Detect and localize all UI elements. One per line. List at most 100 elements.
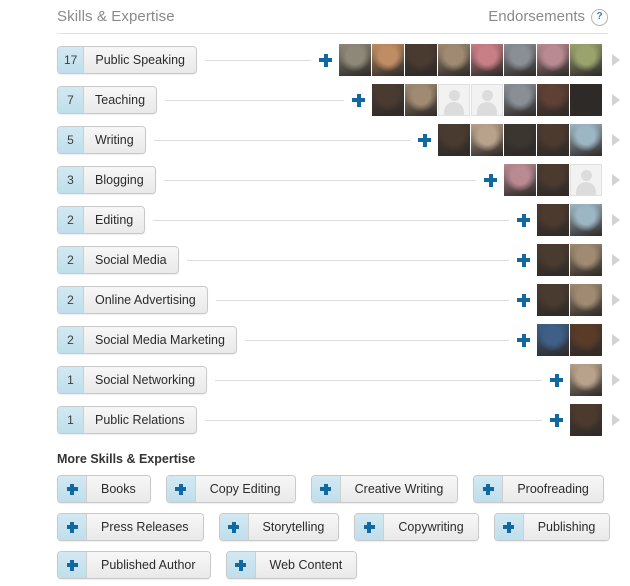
plus-icon [226,552,256,578]
endorsement-count-badge: 7 [58,87,84,113]
avatar[interactable] [537,204,569,236]
avatar[interactable] [339,44,371,76]
skill-row: 2 Social Media Marketing [0,320,630,360]
add-skill-tag[interactable]: Books [57,475,151,503]
header-right-group: Endorsements ? [488,8,608,26]
skill-pill[interactable]: 7 Teaching [57,86,158,114]
avatar[interactable] [570,84,602,116]
avatar[interactable] [372,84,404,116]
avatar[interactable] [537,324,569,356]
add-skill-tag[interactable]: Creative Writing [310,475,459,503]
endorsements-column-label: Endorsements [488,8,585,25]
avatar[interactable] [537,84,569,116]
chevron-right-icon[interactable] [612,174,620,186]
endorser-avatar-group [537,284,602,316]
endorse-plus-icon[interactable] [319,53,332,67]
add-skill-tag[interactable]: Copywriting [354,513,479,541]
avatar[interactable] [405,44,437,76]
endorse-plus-icon[interactable] [517,333,530,347]
avatar[interactable] [570,244,602,276]
skill-row: 1 Public Relations [0,400,630,440]
avatar[interactable] [504,164,536,196]
endorse-plus-icon[interactable] [517,293,530,307]
avatar[interactable] [570,404,602,436]
avatar[interactable] [570,324,602,356]
add-skill-tag[interactable]: Storytelling [218,513,340,541]
chevron-right-icon[interactable] [612,254,620,266]
avatar[interactable] [570,44,602,76]
endorser-avatar-group [372,84,602,116]
more-skills-tag-rows: Books Copy Editing Creative Writing Proofre… [57,475,611,579]
avatar[interactable] [537,164,569,196]
chevron-right-icon[interactable] [612,334,620,346]
plus-icon [58,514,87,540]
chevron-right-icon[interactable] [612,374,620,386]
skill-pill[interactable]: 1 Public Relations [57,406,197,434]
skill-row: 17 Public Speaking [0,40,630,80]
endorse-plus-icon[interactable] [550,373,563,387]
plus-icon [58,476,87,502]
chevron-right-icon[interactable] [612,294,620,306]
avatar[interactable] [537,124,569,156]
avatar[interactable] [471,44,503,76]
endorse-plus-icon[interactable] [517,213,530,227]
add-skill-tag[interactable]: Press Releases [57,513,204,541]
chevron-right-icon[interactable] [612,134,620,146]
avatar[interactable] [570,364,602,396]
avatar[interactable] [405,84,437,116]
skill-pill[interactable]: 5 Writing [57,126,146,154]
endorse-plus-icon[interactable] [352,93,365,107]
avatar[interactable] [537,44,569,76]
skill-name-label: Social Media [84,247,178,273]
avatar[interactable] [504,84,536,116]
skill-name-label: Blogging [84,167,155,193]
endorse-plus-icon[interactable] [550,413,563,427]
add-skill-tag[interactable]: Published Author [57,551,211,579]
tag-label: Publishing [523,514,610,540]
connector-line [205,59,311,61]
endorse-plus-icon[interactable] [484,173,497,187]
endorsement-count-badge: 5 [58,127,84,153]
avatar-placeholder-icon[interactable] [471,84,503,116]
avatar[interactable] [537,244,569,276]
skill-row: 2 Social Media [0,240,630,280]
skill-pill[interactable]: 2 Social Media [57,246,179,274]
avatar[interactable] [504,124,536,156]
tag-label: Proofreading [503,476,603,502]
skill-pill[interactable]: 1 Social Networking [57,366,208,394]
skill-pill[interactable]: 2 Editing [57,206,146,234]
avatar[interactable] [537,284,569,316]
question-mark-icon[interactable]: ? [591,8,608,26]
skill-pill[interactable]: 2 Social Media Marketing [57,326,237,354]
more-skills-section: More Skills & Expertise Books Copy Editin… [0,440,630,579]
chevron-right-icon[interactable] [612,94,620,106]
avatar-placeholder-icon[interactable] [570,164,602,196]
avatar[interactable] [438,44,470,76]
endorse-plus-icon[interactable] [418,133,431,147]
add-skill-tag[interactable]: Copy Editing [165,475,296,503]
avatar[interactable] [438,124,470,156]
skill-row: 1 Social Networking [0,360,630,400]
avatar[interactable] [504,44,536,76]
chevron-right-icon[interactable] [612,414,620,426]
avatar[interactable] [471,124,503,156]
avatar[interactable] [372,44,404,76]
skill-pill[interactable]: 2 Online Advertising [57,286,208,314]
chevron-right-icon[interactable] [612,54,620,66]
chevron-right-icon[interactable] [612,214,620,226]
add-skill-tag[interactable]: Proofreading [473,475,604,503]
connector-line [215,299,509,301]
add-skill-tag[interactable]: Publishing [493,513,611,541]
skill-name-label: Social Media Marketing [84,327,236,353]
avatar[interactable] [570,124,602,156]
endorse-plus-icon[interactable] [517,253,530,267]
avatar[interactable] [570,204,602,236]
add-skill-tag[interactable]: Web Content [225,551,358,579]
skill-pill[interactable]: 17 Public Speaking [57,46,198,74]
tag-label: Copy Editing [195,476,295,502]
plus-icon [474,476,504,502]
skill-pill[interactable]: 3 Blogging [57,166,156,194]
avatar-placeholder-icon[interactable] [438,84,470,116]
avatar[interactable] [570,284,602,316]
endorser-avatar-group [537,244,602,276]
